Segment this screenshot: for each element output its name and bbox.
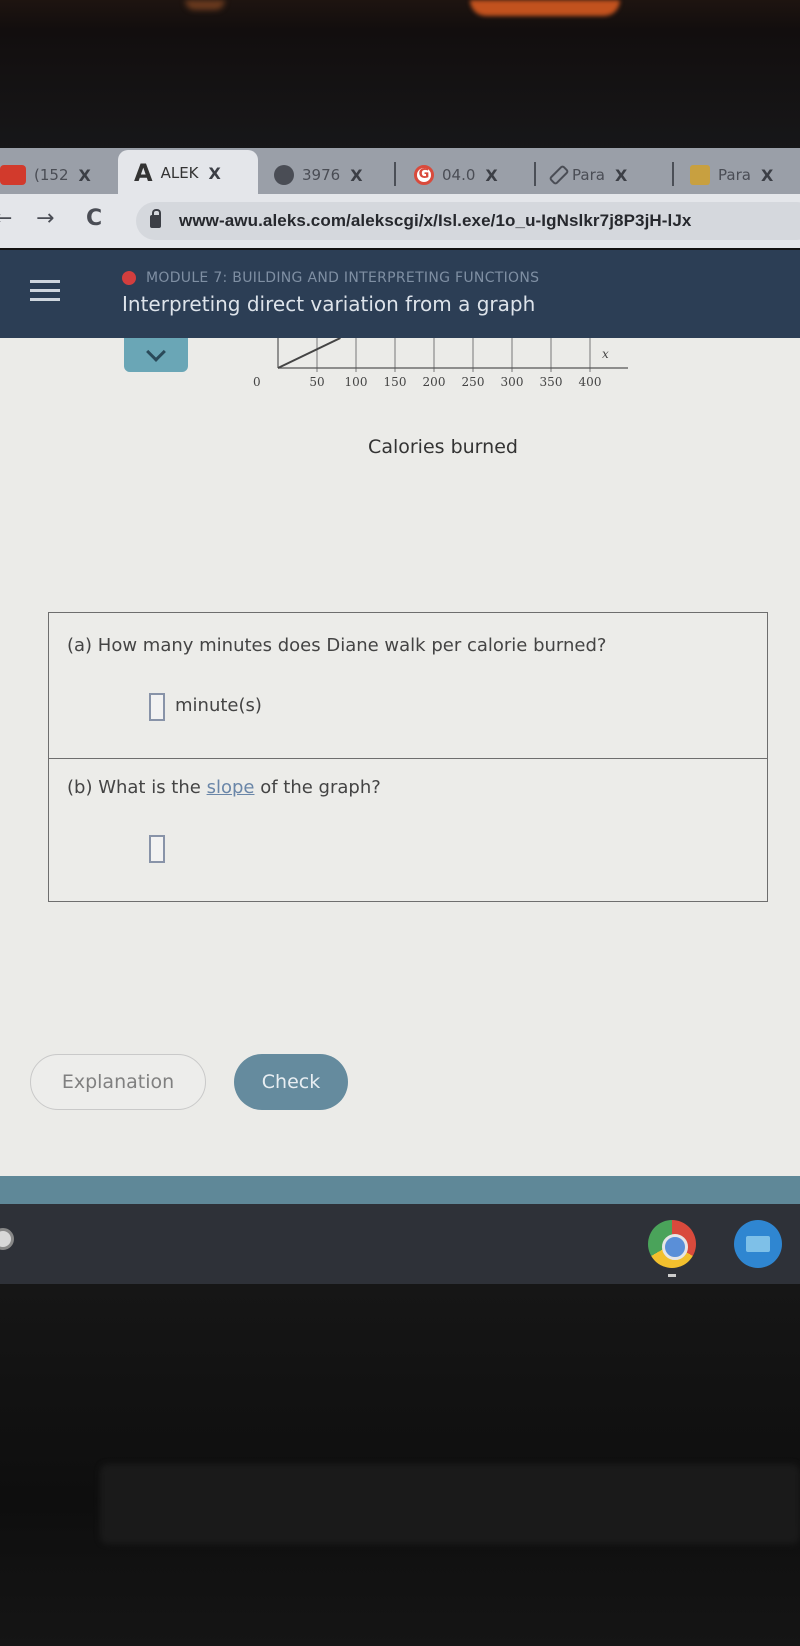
tab-google-doc[interactable]: G 04.0 X	[414, 156, 498, 194]
camera-bezel-top	[0, 0, 800, 150]
close-tab-icon[interactable]: X	[350, 166, 362, 185]
origin-label: 0	[253, 375, 261, 389]
tab-label: Para	[718, 166, 751, 184]
quill-icon	[548, 164, 570, 186]
x-tick-label: 50	[309, 375, 324, 389]
x-axis-symbol: x	[602, 347, 609, 361]
menu-icon[interactable]	[30, 280, 60, 307]
os-shelf	[0, 1204, 800, 1284]
module-text: MODULE 7: BUILDING AND INTERPRETING FUNC…	[146, 270, 540, 286]
module-label: MODULE 7: BUILDING AND INTERPRETING FUNC…	[122, 270, 539, 286]
running-indicator	[668, 1274, 676, 1277]
question-b-prefix: (b) What is the	[67, 777, 207, 798]
chevron-down-icon	[146, 342, 166, 362]
google-icon: G	[414, 165, 434, 185]
address-bar[interactable]: www-awu.aleks.com/alekscgi/x/Isl.exe/1o_…	[136, 202, 800, 240]
question-box: (a) How many minutes does Diane walk per…	[48, 612, 768, 902]
tab-label: 3976	[302, 166, 341, 184]
forward-button[interactable]: →	[36, 206, 54, 231]
aleks-a-icon: A	[134, 159, 153, 187]
laptop-bezel-bottom	[0, 1284, 800, 1646]
close-tab-icon[interactable]: X	[615, 166, 627, 185]
tab-aleks[interactable]: A ALEK X	[118, 150, 258, 196]
answer-b-input[interactable]	[149, 835, 165, 863]
tab-label: 04.0	[442, 166, 476, 184]
aleks-footer	[0, 1176, 800, 1204]
collapse-button[interactable]	[124, 338, 188, 372]
tab-3976[interactable]: 3976 X	[274, 156, 363, 194]
lock-icon	[150, 208, 161, 228]
reload-button[interactable]: C	[86, 206, 102, 231]
launcher-icon[interactable]	[0, 1228, 14, 1250]
status-dot-icon	[122, 271, 136, 285]
problem-content: 50 100 150 200 250 300 350 400 0 x Calories bur…	[0, 338, 800, 1176]
tab-separator	[672, 162, 674, 186]
x-tick-label: 200	[423, 375, 446, 389]
close-tab-icon[interactable]: X	[761, 166, 773, 185]
browser-tabstrip: (152 X A ALEK X 3976 X G 04.0 X Para X P…	[0, 148, 800, 196]
divider	[49, 758, 767, 759]
tab-label: ALEK	[160, 164, 199, 182]
x-axis-label: Calories burned	[368, 436, 518, 458]
back-button[interactable]: ←	[0, 206, 12, 231]
youtube-icon	[0, 165, 26, 185]
tab-label: (152	[34, 166, 69, 184]
close-tab-icon[interactable]: X	[485, 166, 497, 185]
light-reflection	[185, 0, 225, 10]
unit-label: minute(s)	[175, 695, 262, 716]
tab-separator	[534, 162, 536, 186]
paraphrase-icon	[690, 165, 710, 185]
check-button[interactable]: Check	[234, 1054, 348, 1110]
answer-a-input[interactable]	[149, 693, 165, 721]
browser-toolbar: ← → C www-awu.aleks.com/alekscgi/x/Isl.e…	[0, 194, 800, 248]
tab-paraphrase-2[interactable]: Para X	[690, 156, 773, 194]
x-tick-label: 250	[462, 375, 485, 389]
files-icon[interactable]	[734, 1220, 782, 1268]
light-reflection	[470, 0, 620, 16]
aleks-header: MODULE 7: BUILDING AND INTERPRETING FUNC…	[0, 250, 800, 338]
question-a: (a) How many minutes does Diane walk per…	[67, 635, 607, 656]
globe-icon	[274, 165, 294, 185]
x-tick-label: 150	[384, 375, 407, 389]
close-tab-icon[interactable]: X	[209, 164, 221, 183]
data-line	[277, 338, 341, 369]
tab-youtube[interactable]: (152 X	[0, 156, 91, 194]
question-b-suffix: of the graph?	[254, 777, 381, 798]
question-b: (b) What is the slope of the graph?	[67, 777, 381, 798]
close-tab-icon[interactable]: X	[78, 166, 90, 185]
url-text[interactable]: www-awu.aleks.com/alekscgi/x/Isl.exe/1o_…	[179, 211, 691, 231]
explanation-button[interactable]: Explanation	[30, 1054, 206, 1110]
x-tick-label: 400	[579, 375, 602, 389]
x-tick-label: 300	[501, 375, 524, 389]
x-tick-label: 350	[540, 375, 563, 389]
x-tick-label: 100	[345, 375, 368, 389]
page-title: Interpreting direct variation from a gra…	[122, 292, 536, 316]
series-line	[277, 338, 341, 369]
tab-label: Para	[572, 166, 605, 184]
tab-paraphrase-1[interactable]: Para X	[548, 156, 627, 194]
chrome-icon[interactable]	[648, 1220, 696, 1268]
grid-lines	[316, 338, 591, 372]
tab-separator	[394, 162, 396, 186]
graph: 50 100 150 200 250 300 350 400 0 x	[253, 338, 628, 389]
slope-link[interactable]: slope	[207, 777, 255, 798]
